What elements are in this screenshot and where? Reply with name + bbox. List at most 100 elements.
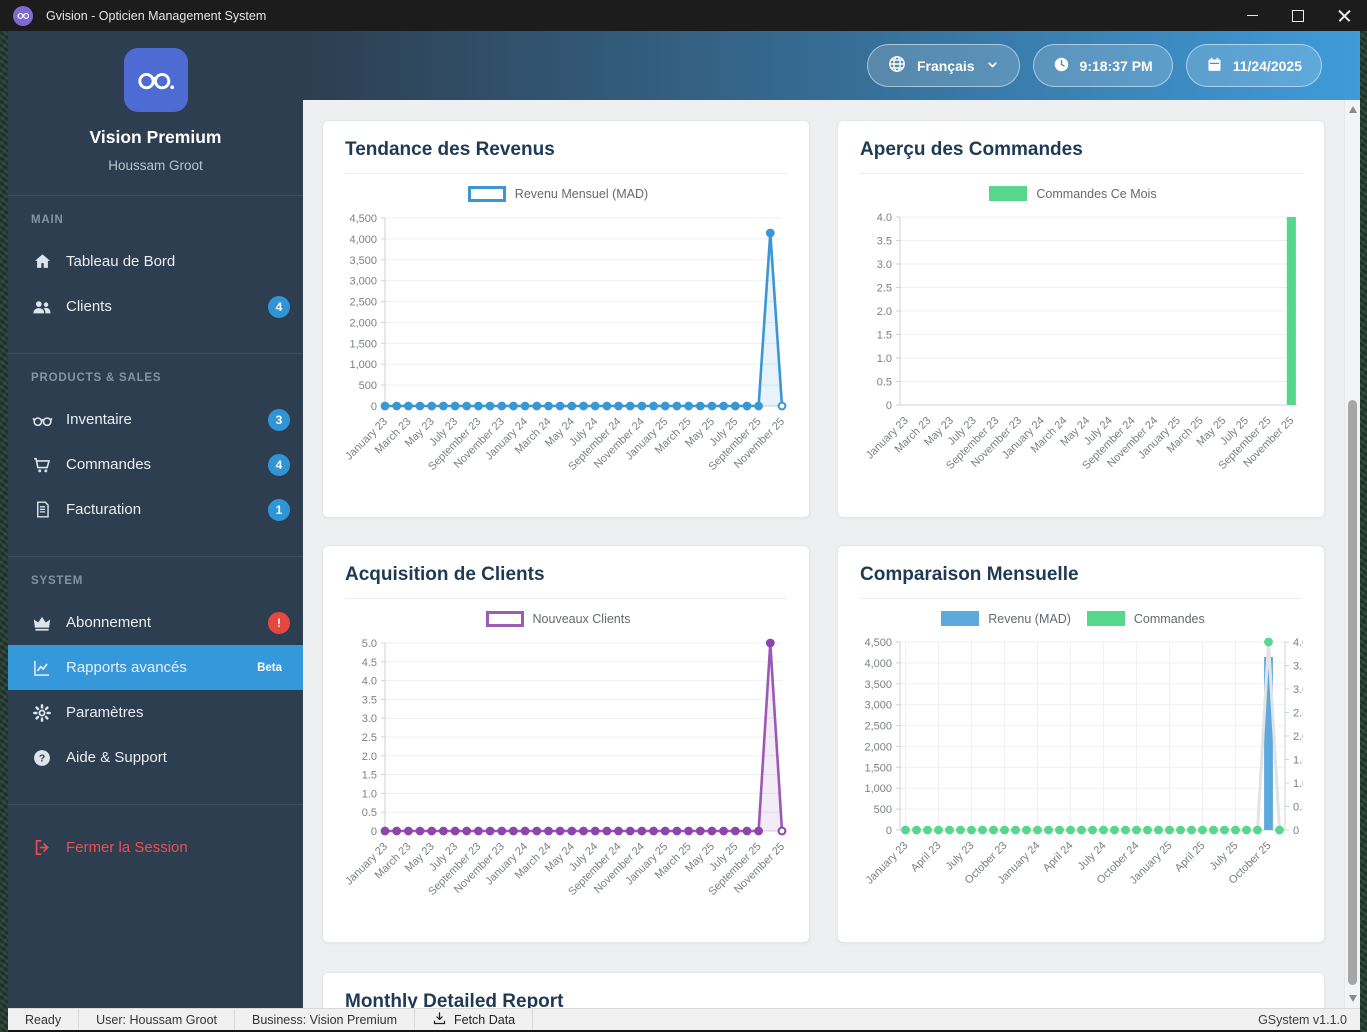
logout-icon (31, 838, 53, 857)
svg-text:3.5: 3.5 (1293, 661, 1303, 673)
status-bar: Ready User: Houssam Groot Business: Visi… (8, 1008, 1360, 1030)
close-button[interactable] (1321, 0, 1367, 31)
scroll-down-arrow-icon[interactable] (1348, 995, 1357, 1002)
svg-text:2,500: 2,500 (864, 721, 892, 733)
minimize-button[interactable] (1229, 0, 1275, 31)
svg-text:1,000: 1,000 (864, 783, 892, 795)
divider (860, 173, 1302, 174)
clients-count-badge: 4 (268, 295, 290, 318)
divider (532, 1009, 534, 1030)
divider (345, 598, 787, 599)
commandes-count-badge: 4 (268, 453, 290, 476)
section-label: SYSTEM (31, 575, 84, 587)
time-display[interactable]: 9:18:37 PM (1032, 44, 1173, 87)
revenue-trend-chart: 4,500 4,000 3,500 3,000 2,500 2,000 1,500 1,000… (343, 208, 788, 500)
facturation-count-badge: 1 (268, 498, 290, 521)
svg-text:2.0: 2.0 (362, 751, 377, 763)
user-name: Houssam Groot (108, 158, 203, 173)
svg-text:4,500: 4,500 (864, 637, 892, 649)
legend-label: Nouveaux Clients (532, 612, 631, 626)
svg-text:2.0: 2.0 (1293, 731, 1303, 743)
maximize-button[interactable] (1275, 0, 1321, 31)
status-business: Business: Vision Premium (252, 1012, 397, 1027)
status-ready: Ready (25, 1012, 62, 1027)
status-user: User: Houssam Groot (96, 1012, 218, 1027)
logout-button[interactable]: Fermer la Session (8, 825, 303, 870)
svg-text:3,500: 3,500 (349, 255, 377, 267)
sidebar-item-label: Commandes (66, 456, 152, 473)
beta-tag: Beta (257, 661, 282, 674)
sidebar-item-rapports-avances[interactable]: Rapports avancés Beta (8, 645, 303, 690)
svg-text:3.0: 3.0 (877, 259, 892, 271)
nav-section-products-sales: PRODUCTS & SALES Inventaire 3 Commandes … (8, 353, 303, 556)
legend-swatch (485, 611, 524, 627)
sidebar-item-parametres[interactable]: Paramètres (8, 690, 303, 735)
fetch-data-button[interactable]: Fetch Data (415, 1011, 532, 1029)
sidebar-item-abonnement[interactable]: Abonnement ! (8, 600, 303, 645)
sidebar-item-label: Tableau de Bord (66, 253, 176, 270)
abonnement-alert-badge: ! (268, 611, 290, 634)
report-title: Monthly Detailed Report (345, 991, 564, 1008)
fetch-data-label: Fetch Data (453, 1012, 516, 1027)
sidebar-item-clients[interactable]: Clients 4 (8, 284, 303, 329)
legend-label: Revenu (MAD) (988, 611, 1071, 626)
date-display[interactable]: 11/24/2025 (1185, 44, 1322, 87)
svg-text:2.5: 2.5 (877, 283, 892, 295)
desktop-background: Gvision - Opticien Management System Vis… (0, 0, 1367, 1032)
maximize-icon (1292, 9, 1304, 22)
svg-text:0: 0 (886, 400, 892, 412)
language-label: Français (916, 57, 975, 74)
svg-text:1,000: 1,000 (349, 359, 377, 371)
svg-text:3.5: 3.5 (362, 694, 377, 706)
legend-swatch (989, 186, 1028, 201)
language-selector[interactable]: Français (866, 44, 1020, 87)
svg-text:2,000: 2,000 (349, 317, 377, 329)
sidebar-item-tableau-de-bord[interactable]: Tableau de Bord (8, 239, 303, 284)
sidebar-item-label: Facturation (66, 501, 142, 518)
sidebar-item-label: Abonnement (66, 614, 152, 631)
globe-icon (887, 54, 907, 77)
sidebar-item-label: Inventaire (66, 411, 132, 428)
svg-text:3.5: 3.5 (877, 236, 892, 248)
sidebar-item-label: Rapports avancés (66, 659, 187, 676)
sidebar-item-aide-support[interactable]: ? Aide & Support (8, 735, 303, 780)
svg-text:3,000: 3,000 (349, 276, 377, 288)
svg-text:3.0: 3.0 (1293, 684, 1303, 696)
chart-legend: Revenu (MAD) Commandes (838, 611, 1324, 626)
svg-text:April 24: April 24 (1041, 840, 1076, 875)
logout-label: Fermer la Session (66, 839, 188, 856)
nav-section-system: SYSTEM Abonnement ! Rapports avancés Bet… (8, 556, 303, 804)
close-icon (1338, 9, 1351, 22)
svg-text:April 23: April 23 (909, 840, 944, 875)
svg-text:2.0: 2.0 (877, 306, 892, 318)
divider (345, 173, 787, 174)
legend-swatch (941, 611, 980, 626)
svg-text:4,000: 4,000 (349, 234, 377, 246)
svg-text:4.5: 4.5 (362, 657, 377, 669)
sidebar-item-commandes[interactable]: Commandes 4 (8, 442, 303, 487)
scrollbar-thumb[interactable] (1348, 400, 1357, 985)
chevron-down-icon (985, 57, 1000, 75)
vertical-scrollbar[interactable] (1344, 100, 1360, 1008)
section-label: PRODUCTS & SALES (31, 372, 162, 384)
clock-icon (1053, 56, 1070, 76)
date-label: 11/24/2025 (1232, 57, 1302, 74)
svg-text:April 25: April 25 (1173, 840, 1208, 875)
svg-text:1.5: 1.5 (362, 770, 377, 782)
sidebar-item-facturation[interactable]: Facturation 1 (8, 487, 303, 532)
client-acquisition-card: Acquisition de Clients Nouveaux Clients … (322, 545, 810, 943)
svg-text:3,500: 3,500 (864, 679, 892, 691)
dashboard-content: Tendance des Revenus Revenu Mensuel (MAD… (303, 100, 1360, 1008)
card-title: Comparaison Mensuelle (860, 564, 1079, 585)
sidebar-item-inventaire[interactable]: Inventaire 3 (8, 397, 303, 442)
legend-label: Commandes Ce Mois (1036, 186, 1157, 201)
svg-text:4.0: 4.0 (1293, 637, 1303, 649)
client-acquisition-chart: 5.0 4.5 4.0 3.5 3.0 2.5 2.0 1.5 1.0 0.5 0 January 2… (343, 633, 788, 925)
invoice-icon (31, 500, 53, 519)
svg-text:1.5: 1.5 (1293, 755, 1303, 767)
card-title: Acquisition de Clients (345, 564, 545, 585)
scroll-up-arrow-icon[interactable] (1348, 106, 1357, 113)
window-titlebar: Gvision - Opticien Management System (0, 0, 1367, 31)
calendar-icon (1206, 56, 1223, 76)
minimize-icon (1246, 14, 1258, 17)
